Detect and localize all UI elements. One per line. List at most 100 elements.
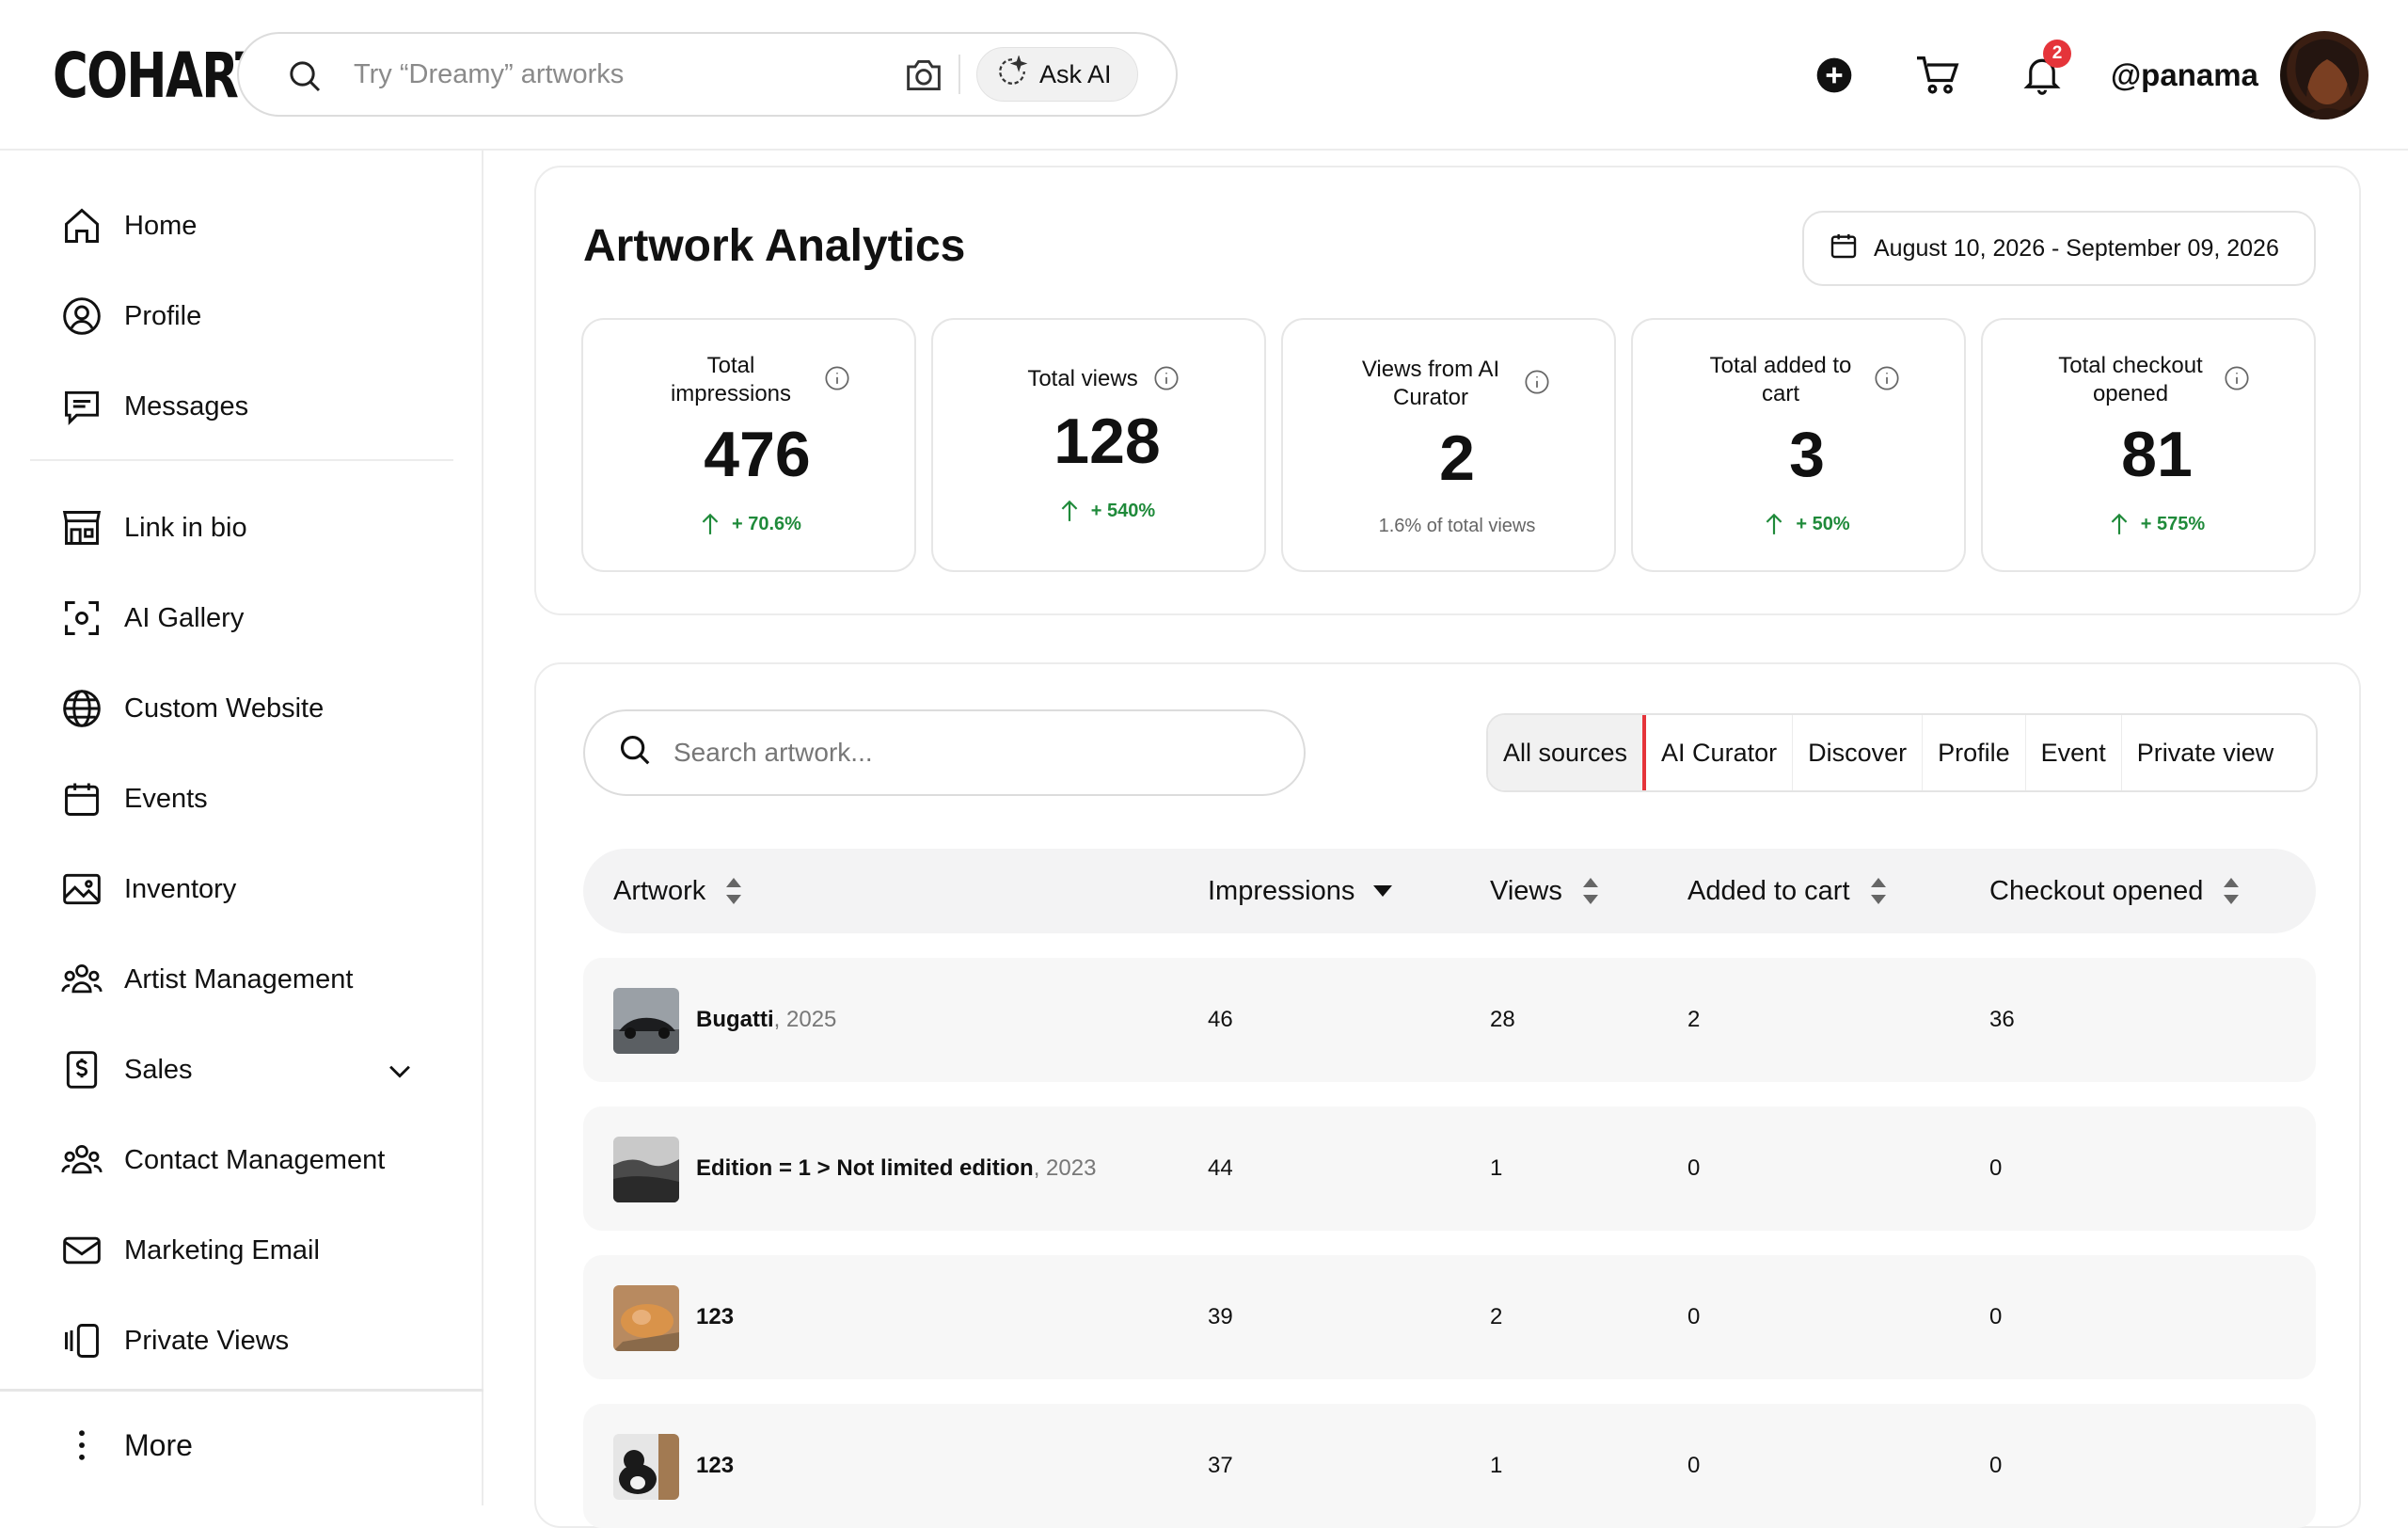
global-search-bar[interactable]: Try “Dreamy” artworks Ask AI xyxy=(237,32,1178,117)
date-range-picker[interactable]: August 10, 2026 - September 09, 2026 xyxy=(1802,211,2316,286)
home-icon xyxy=(60,204,103,247)
sidebar-item-private-views[interactable]: Private Views xyxy=(60,1313,289,1369)
stat-change: + 50% xyxy=(1633,512,1968,536)
table-row[interactable]: Bugatti, 2025 46 28 2 36 xyxy=(583,958,2316,1082)
dollar-icon xyxy=(60,1048,103,1091)
stat-value: 2 xyxy=(1439,422,1475,494)
sidebar-item-home[interactable]: Home xyxy=(60,198,197,254)
sidebar-item-events[interactable]: Events xyxy=(60,771,208,827)
added-to-cart-cell: 0 xyxy=(1687,1155,1701,1181)
sidebar-item-sales[interactable]: Sales xyxy=(60,1042,427,1098)
checkout-opened-cell: 36 xyxy=(1989,1007,2015,1032)
sidebar-item-label: Artist Management xyxy=(124,963,354,995)
sidebar-item-label: Sales xyxy=(124,1054,193,1085)
info-icon[interactable] xyxy=(1524,369,1550,400)
column-header-artwork[interactable]: Artwork xyxy=(613,849,743,933)
sidebar-item-label: Link in bio xyxy=(124,512,247,543)
sidebar-item-label: Messages xyxy=(124,390,249,422)
sidebar-more-label: More xyxy=(124,1427,193,1462)
tab-all-sources[interactable]: All sources xyxy=(1488,715,1647,790)
tab-profile[interactable]: Profile xyxy=(1923,715,2026,790)
search-divider xyxy=(958,55,960,94)
storefront-icon xyxy=(60,506,103,549)
table-row[interactable]: Edition = 1 > Not limited edition, 2023 … xyxy=(583,1106,2316,1231)
stat-label: Total checkout opened xyxy=(2058,353,2203,406)
sidebar-item-messages[interactable]: Messages xyxy=(60,378,248,435)
artwork-thumbnail xyxy=(613,1434,679,1500)
stat-change: + 70.6% xyxy=(583,512,918,536)
sidebar-item-link-in-bio[interactable]: Link in bio xyxy=(60,500,247,556)
views-cell: 1 xyxy=(1490,1155,1503,1181)
column-header-views[interactable]: Views xyxy=(1490,849,1600,933)
camera-icon[interactable] xyxy=(903,56,944,99)
artwork-search-input[interactable]: Search artwork... xyxy=(583,709,1306,796)
tab-event[interactable]: Event xyxy=(2026,715,2122,790)
notification-badge: 2 xyxy=(2043,40,2071,68)
page-title: Artwork Analytics xyxy=(583,221,966,271)
sidebar-item-label: Custom Website xyxy=(124,692,325,724)
ask-ai-label: Ask AI xyxy=(1039,59,1112,88)
notifications-button[interactable] xyxy=(2022,0,2062,151)
create-button[interactable] xyxy=(1815,0,1853,151)
globe-icon xyxy=(60,687,103,730)
checkout-opened-cell: 0 xyxy=(1989,1304,2003,1329)
sidebar-more-button[interactable]: More xyxy=(60,1417,193,1473)
impressions-cell: 46 xyxy=(1208,1007,1233,1032)
sort-desc-icon xyxy=(1373,885,1393,897)
stat-value: 476 xyxy=(704,419,811,490)
sidebar-item-label: Events xyxy=(124,783,208,814)
stat-total-impressions: Total impressions 476 + 70.6% xyxy=(581,318,916,572)
private-views-icon xyxy=(60,1319,103,1362)
arrow-up-icon xyxy=(2111,513,2128,534)
avatar[interactable] xyxy=(2280,31,2368,119)
cart-icon xyxy=(1917,56,1959,94)
sidebar-item-label: Contact Management xyxy=(124,1144,386,1175)
info-icon[interactable] xyxy=(824,365,850,396)
tab-private-view[interactable]: Private view xyxy=(2122,715,2289,790)
stat-label: Views from AI Curator xyxy=(1361,357,1500,410)
info-icon[interactable] xyxy=(1874,365,1900,396)
sidebar-item-inventory[interactable]: Inventory xyxy=(60,861,236,917)
artwork-thumbnail xyxy=(613,1285,679,1351)
more-vertical-icon xyxy=(60,1424,103,1467)
column-header-impressions[interactable]: Impressions xyxy=(1208,849,1393,933)
table-row[interactable]: 123 39 2 0 0 xyxy=(583,1255,2316,1379)
column-header-added-to-cart[interactable]: Added to cart xyxy=(1687,849,1888,933)
calendar-icon xyxy=(1829,231,1859,267)
sidebar-more-divider xyxy=(0,1389,483,1392)
cohart-logo[interactable]: COHART xyxy=(53,38,268,113)
ask-ai-button[interactable]: Ask AI xyxy=(976,47,1138,102)
column-header-checkout-opened[interactable]: Checkout opened xyxy=(1989,849,2241,933)
artwork-name: 123 xyxy=(696,1453,735,1478)
sidebar-item-ai-gallery[interactable]: AI Gallery xyxy=(60,590,244,646)
artwork-thumbnail xyxy=(613,988,679,1054)
user-circle-icon xyxy=(60,294,103,338)
info-icon[interactable] xyxy=(2224,365,2250,396)
tab-ai-curator[interactable]: AI Curator xyxy=(1646,715,1794,790)
global-search-placeholder[interactable]: Try “Dreamy” artworks xyxy=(354,34,624,115)
sidebar-item-artist-management[interactable]: Artist Management xyxy=(60,951,353,1008)
sidebar-item-profile[interactable]: Profile xyxy=(60,288,201,344)
sidebar-item-custom-website[interactable]: Custom Website xyxy=(60,680,324,737)
table-row[interactable]: 123 37 1 0 0 xyxy=(583,1404,2316,1528)
stat-value: 128 xyxy=(1054,406,1161,477)
mail-icon xyxy=(60,1229,103,1272)
arrow-up-icon xyxy=(1061,500,1078,521)
scan-icon xyxy=(60,597,103,640)
stat-total-checkout-opened: Total checkout opened 81 + 575% xyxy=(1981,318,2316,572)
added-to-cart-cell: 2 xyxy=(1687,1007,1701,1032)
sidebar-item-contact-management[interactable]: Contact Management xyxy=(60,1132,385,1188)
username[interactable]: @panama xyxy=(2111,0,2258,151)
sidebar: Home Profile Messages Link in bio AI Gal… xyxy=(0,151,483,1505)
cart-button[interactable] xyxy=(1915,0,1960,151)
arrow-up-icon xyxy=(1766,513,1782,534)
info-icon[interactable] xyxy=(1153,365,1180,396)
sort-icon xyxy=(726,878,742,904)
impressions-cell: 44 xyxy=(1208,1155,1233,1181)
chevron-down-icon[interactable] xyxy=(384,1055,416,1094)
stat-value: 3 xyxy=(1789,419,1825,490)
tab-discover[interactable]: Discover xyxy=(1793,715,1924,790)
sidebar-item-marketing-email[interactable]: Marketing Email xyxy=(60,1222,320,1279)
stat-label: Total added to cart xyxy=(1709,353,1852,406)
image-icon xyxy=(60,867,103,911)
